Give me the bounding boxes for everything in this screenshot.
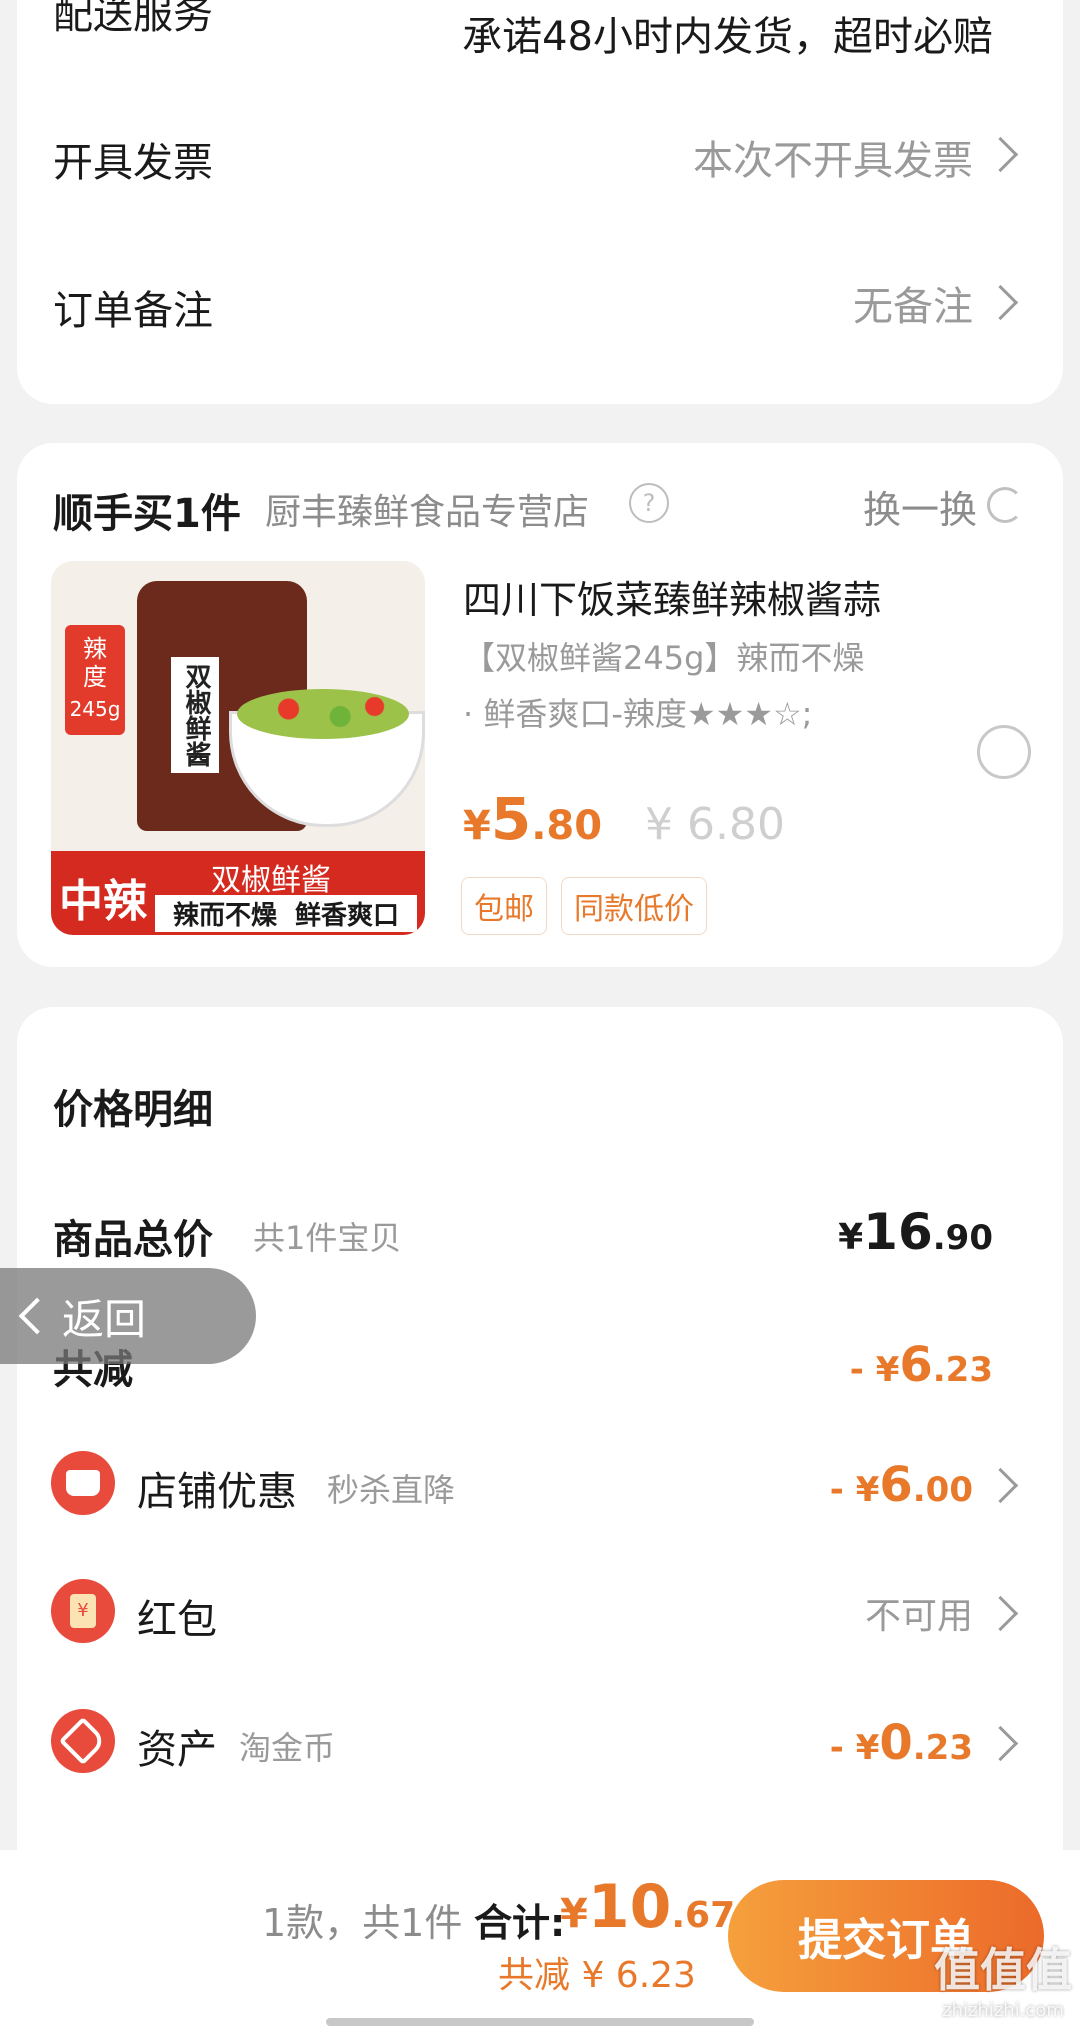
chevron-right-icon — [982, 1467, 1019, 1504]
assets-value: - ¥0.23 — [830, 1715, 973, 1771]
total-amount-int: 10 — [587, 1872, 672, 1942]
addon-title: 顺手买1件 — [53, 491, 241, 537]
reduce-prefix: - ¥ — [849, 1350, 900, 1390]
reduce-dec: .23 — [932, 1350, 993, 1390]
store-discount-int: 6 — [879, 1457, 913, 1513]
delivery-label: 配送服务 — [53, 0, 213, 38]
store-discount-label: 店铺优惠 — [137, 1469, 297, 1515]
watermark: 值值值 zhizhizhi.com — [934, 1934, 1072, 2021]
product-desc-line1: 【双椒鲜酱245g】辣而不燥 — [463, 639, 865, 677]
invoice-label: 开具发票 — [53, 140, 213, 186]
swap-label[interactable]: 换一换 — [863, 479, 977, 534]
back-label: 返回 — [62, 1294, 147, 1344]
order-info-card: 配送服务 承诺48小时内发货，超时必赔 开具发票 本次不开具发票 订单备注 无备… — [17, 0, 1063, 404]
red-packet-row[interactable]: ¥ 红包 不可用 — [17, 1555, 1063, 1665]
chevron-right-icon — [982, 1725, 1019, 1762]
chevron-right-icon — [982, 136, 1019, 173]
chevron-left-icon — [18, 1297, 56, 1335]
select-radio[interactable] — [977, 725, 1031, 779]
banner-left: 中辣 — [59, 876, 147, 927]
spice-badge-label: 辣度 — [83, 635, 107, 691]
refresh-icon[interactable] — [987, 487, 1023, 523]
store-discount-value: - ¥6.00 — [830, 1457, 973, 1513]
price-symbol: ¥ — [463, 803, 491, 849]
help-icon[interactable]: ? — [629, 483, 669, 523]
total-amount-dec: .67 — [671, 1895, 736, 1936]
total-amount-symbol: ¥ — [560, 1891, 588, 1937]
store-discount-prefix: - ¥ — [829, 1470, 880, 1510]
original-price: ¥ 6.80 — [645, 799, 785, 850]
weight-label: 245g — [69, 697, 121, 721]
reduce-int: 6 — [899, 1337, 933, 1393]
total-int: 16 — [863, 1203, 933, 1261]
total-label: 商品总价 — [53, 1217, 213, 1263]
coin-tag-icon — [51, 1709, 115, 1773]
back-button[interactable]: 返回 — [0, 1268, 256, 1364]
assets-row[interactable]: 资产 淘金币 - ¥0.23 — [17, 1685, 1063, 1795]
total-amount: ¥10.67 — [560, 1872, 735, 1942]
invoice-row[interactable]: 开具发票 本次不开具发票 — [17, 94, 1063, 204]
bottom-reduce: 共减 ¥ 6.23 — [498, 1955, 696, 1996]
red-packet-label: 红包 — [137, 1597, 217, 1643]
product-price: ¥5.80 — [463, 785, 602, 853]
store-discount-row[interactable]: 店铺优惠 秒杀直降 - ¥6.00 — [17, 1427, 1063, 1537]
addon-store-name[interactable]: 厨丰臻鲜食品专营店 — [265, 483, 589, 535]
reduce-value: - ¥6.23 — [850, 1337, 993, 1393]
bottom-bar: 1款，共1件 合计: ¥10.67 共减 ¥ 6.23 提交订单 值值值 zhi… — [0, 1850, 1080, 2032]
assets-label: 资产 — [137, 1727, 217, 1773]
order-note-value: 无备注 — [853, 284, 973, 330]
watermark-domain: zhizhizhi.com — [942, 2000, 1064, 2021]
chevron-right-icon — [982, 284, 1019, 321]
price-int: 5 — [490, 785, 532, 853]
total-label-bottom: 合计: — [474, 1901, 566, 1945]
total-sub: 共1件宝贝 — [253, 1219, 402, 1257]
tag-low-price: 同款低价 — [561, 877, 707, 935]
home-indicator — [326, 2018, 754, 2026]
watermark-text: 值值值 — [934, 1943, 1072, 1997]
tag-free-shipping: 包邮 — [461, 877, 547, 935]
assets-sub: 淘金币 — [239, 1729, 336, 1767]
red-packet-value: 不可用 — [864, 1596, 973, 1637]
product-desc-line2: · 鲜香爽口-辣度★★★☆; — [463, 695, 813, 733]
price-detail-title: 价格明细 — [53, 1087, 213, 1133]
chili-sauce-shape — [237, 689, 409, 739]
product-name[interactable]: 四川下饭菜臻鲜辣椒酱蒜 — [463, 569, 881, 624]
total-value: ¥16.90 — [838, 1203, 993, 1261]
assets-prefix: - ¥ — [829, 1728, 880, 1768]
item-count: 1款，共1件 — [262, 1901, 463, 1945]
order-note-row[interactable]: 订单备注 无备注 — [17, 244, 1063, 354]
order-note-label: 订单备注 — [53, 288, 213, 334]
invoice-value: 本次不开具发票 — [693, 138, 973, 184]
red-packet-icon: ¥ — [51, 1579, 115, 1643]
store-icon — [51, 1451, 115, 1515]
assets-int: 0 — [879, 1715, 913, 1771]
delivery-value: 承诺48小时内发货，超时必赔 — [462, 14, 993, 60]
chevron-right-icon — [982, 1595, 1019, 1632]
store-discount-dec: .00 — [912, 1470, 973, 1510]
banner-bottom: 辣而不燥 鲜香爽口 — [155, 895, 417, 932]
banner-top: 双椒鲜酱 — [211, 863, 331, 898]
addon-card: 顺手买1件 厨丰臻鲜食品专营店 ? 换一换 双椒鲜酱 辣度 245g 中辣 双椒… — [17, 443, 1063, 967]
price-dec: .80 — [531, 803, 603, 849]
jar-label: 双椒鲜酱 — [171, 657, 219, 773]
total-dec: .90 — [932, 1218, 993, 1258]
spice-badge: 辣度 245g — [65, 625, 125, 735]
price-detail-card: 价格明细 商品总价 共1件宝贝 ¥16.90 共减 - ¥6.23 店铺优惠 秒… — [17, 1007, 1063, 1887]
product-image[interactable]: 双椒鲜酱 辣度 245g 中辣 双椒鲜酱 辣而不燥 鲜香爽口 — [51, 561, 425, 935]
assets-dec: .23 — [912, 1728, 973, 1768]
total-symbol: ¥ — [838, 1217, 864, 1258]
banner: 中辣 双椒鲜酱 辣而不燥 鲜香爽口 — [51, 851, 425, 935]
store-discount-sub: 秒杀直降 — [327, 1471, 456, 1509]
